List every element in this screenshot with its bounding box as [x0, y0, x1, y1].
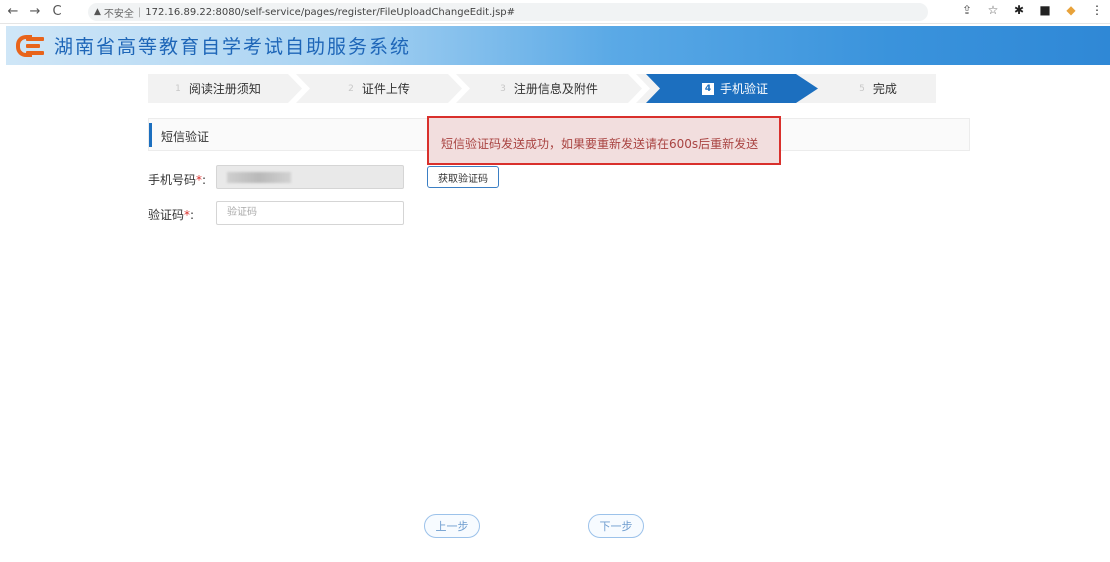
step-number: 2 [348, 83, 354, 94]
chevron-right-icon [448, 74, 470, 103]
bookmark-star-icon[interactable]: ☆ [986, 3, 1000, 17]
section-accent-bar [149, 123, 152, 147]
step-label: 证件上传 [361, 82, 410, 96]
step-label: 手机验证 [719, 82, 768, 96]
url-text[interactable]: 172.16.89.22:8080/self-service/pages/reg… [145, 7, 515, 18]
label-colon: : [190, 208, 195, 222]
browser-actions: ⇪ ☆ ✱ ■ ◆ ⋮ [960, 3, 1104, 17]
logo-icon [16, 34, 48, 57]
step-label: 阅读注册须知 [188, 82, 261, 96]
code-label-text: 验证码 [148, 208, 185, 222]
forward-icon[interactable]: → [26, 3, 44, 21]
step-label: 完成 [872, 82, 897, 96]
app-title: 湖南省高等教育自学考试自助服务系统 [54, 36, 412, 58]
chevron-right-icon [288, 74, 310, 103]
label-colon: : [202, 173, 207, 187]
next-step-button[interactable]: 下一步 [588, 514, 644, 538]
address-bar[interactable]: ▲ 不安全 | 172.16.89.22:8080/self-service/p… [88, 3, 928, 21]
step-number: 4 [701, 82, 714, 95]
tab-icon[interactable]: ■ [1038, 3, 1052, 17]
extensions-icon[interactable]: ✱ [1012, 3, 1026, 17]
browser-toolbar: ← → C ▲ 不安全 | 172.16.89.22:8080/self-ser… [0, 0, 1110, 24]
step-number: 1 [175, 83, 181, 94]
step-complete: 5 完成 [820, 74, 936, 103]
step-read-notice: 1 阅读注册须知 [148, 74, 288, 103]
get-code-button[interactable]: 获取验证码 [427, 166, 499, 188]
step-label: 注册信息及附件 [513, 82, 598, 96]
extension-icon[interactable]: ◆ [1064, 3, 1078, 17]
step-phone-verify: 4 手机验证 [660, 74, 810, 103]
app-header: 湖南省高等教育自学考试自助服务系统 [6, 26, 1110, 65]
warning-icon: ▲ [94, 7, 101, 17]
url-separator: | [137, 6, 142, 18]
chevron-right-icon [628, 74, 650, 103]
step-id-upload: 2 证件上传 [310, 74, 448, 103]
step-registration-info: 3 注册信息及附件 [470, 74, 628, 103]
phone-label: 手机号码*: [148, 171, 206, 188]
phone-label-text: 手机号码 [148, 173, 197, 187]
menu-icon[interactable]: ⋮ [1090, 3, 1104, 17]
code-label: 验证码*: [148, 206, 194, 223]
back-icon[interactable]: ← [4, 3, 22, 21]
share-icon[interactable]: ⇪ [960, 3, 974, 17]
insecure-label: 不安全 [103, 8, 134, 20]
prev-step-button[interactable]: 上一步 [424, 514, 480, 538]
redacted-phone-number [227, 172, 291, 183]
step-number: 5 [859, 83, 865, 94]
sms-sent-alert: 短信验证码发送成功，如果要重新发送请在600s后重新发送 [427, 116, 781, 165]
section-title: 短信验证 [161, 130, 210, 144]
phone-number-field[interactable] [216, 165, 404, 189]
step-number: 3 [500, 83, 506, 94]
verification-code-input[interactable]: 验证码 [216, 201, 404, 225]
step-progress-bar: 1 阅读注册须知 2 证件上传 3 注册信息及附件 4 手机验证 5 完成 [148, 74, 936, 103]
reload-icon[interactable]: C [48, 3, 66, 21]
